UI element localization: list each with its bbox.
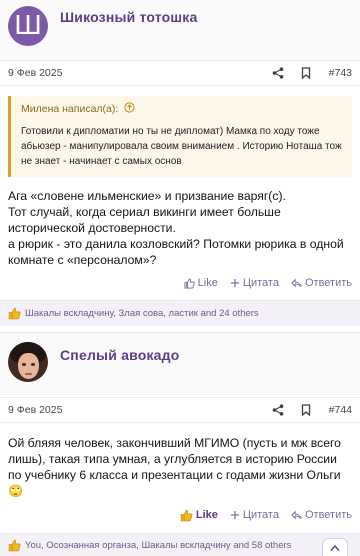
quote-icon [230,511,239,519]
quote-label: Цитата [242,277,279,289]
author-avatar[interactable]: Ш [8,6,48,46]
post-message: Ой бляяя человек, закончивший МГИМО (пус… [0,435,360,499]
scroll-up-button[interactable] [322,538,348,556]
post-meta: 9 Фев 2025 #743 [0,60,360,86]
post-meta: 9 Фев 2025 #744 [0,397,360,423]
post-number[interactable]: #743 [329,67,352,79]
message-line: а рюрик - это данила козловский? Потомки… [8,237,344,267]
post-743: Ш Шикозный тотошка 9 Фев 2025 #743 Милен… [0,0,360,332]
reply-label: Ответить [304,277,352,289]
reply-label: Ответить [304,509,352,521]
like-button[interactable]: Like [184,277,218,289]
post-date[interactable]: 9 Фев 2025 [8,404,263,416]
bookmark-icon[interactable] [293,399,319,421]
reactions-bar[interactable]: You, Осознанная органза, Шакалы вскладчи… [0,533,360,556]
quote-author[interactable]: Милена написал(а): [21,103,118,115]
quote-label: Цитата [242,509,279,521]
reply-button[interactable]: Ответить [291,277,352,289]
arrow-up-circle-icon[interactable] [124,102,135,116]
reactions-list[interactable]: Шакалы вскладчину, Злая сова, ластик and… [25,308,259,319]
like-label: Like [197,277,218,289]
quote-button[interactable]: Цитата [230,277,279,289]
message-line: Тот случай, когда сериал викинги имеет б… [8,205,281,235]
share-icon[interactable] [265,62,291,84]
reactions-list[interactable]: You, Осознанная органза, Шакалы вскладчи… [25,540,291,551]
post-message: Ага «словене ильменские» и призвание вар… [0,188,360,268]
reply-icon [291,278,302,288]
post-author-row: Спелый авокадо [0,333,360,393]
reactions-bar[interactable]: Шакалы вскладчину, Злая сова, ластик and… [0,300,360,326]
share-icon[interactable] [265,399,291,421]
thumbs-up-icon [184,277,195,289]
post-date[interactable]: 9 Фев 2025 [8,67,263,79]
post-number[interactable]: #744 [329,404,352,416]
like-label: Like [195,509,218,521]
quote-header[interactable]: Милена написал(а): [21,102,344,116]
reply-icon [291,510,302,520]
post-actions: Like Цитата Ответить [160,505,360,525]
thumbs-up-icon [8,307,21,320]
quote-button[interactable]: Цитата [230,509,279,521]
like-button[interactable]: Like [180,509,218,522]
author-name[interactable]: Спелый авокадо [60,347,180,363]
message-line: Ага «словене ильменские» и призвание вар… [8,189,286,203]
author-avatar[interactable] [8,342,48,382]
quote-block: Милена написал(а): Готовили к дипломатии… [8,96,352,177]
post-author-row: Ш Шикозный тотошка [0,0,360,60]
thumbs-up-icon [180,509,193,521]
post-actions: Like Цитата Ответить [164,273,360,293]
bookmark-icon[interactable] [293,62,319,84]
reply-button[interactable]: Ответить [291,509,352,521]
quote-text: Готовили к дипломатии но ты не дипломат)… [21,126,342,167]
author-name[interactable]: Шикозный тотошка [60,9,198,25]
thumbs-up-icon [8,539,21,552]
scroll-up-icon [330,544,340,551]
message-line: Ой бляяя человек, закончивший МГИМО (пус… [8,436,341,498]
quote-icon [230,279,239,287]
post-744: Спелый авокадо 9 Фев 2025 #744 Ой бляяя … [0,332,360,556]
